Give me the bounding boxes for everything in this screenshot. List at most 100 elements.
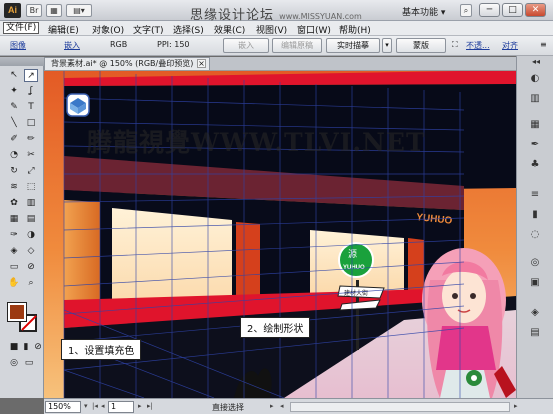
control-bar: 图像 嵌入 RGB PPI: 150 嵌入 编辑原稿 实时描摹 ▾ 蒙版 ⛶ 不…: [0, 36, 553, 56]
live-trace-button[interactable]: 实时描摹: [326, 38, 380, 53]
workspace-label: 基本功能: [402, 8, 439, 18]
type-tool-icon[interactable]: T: [24, 101, 38, 114]
draw-mode-icon[interactable]: ◎: [7, 357, 21, 370]
pen-tool-icon[interactable]: ✎: [7, 101, 21, 114]
artboard-number-field[interactable]: 1: [108, 401, 134, 413]
color-panel-icon[interactable]: ◐: [527, 72, 543, 86]
embed-button[interactable]: 嵌入: [223, 38, 269, 53]
tools-panel-grip[interactable]: [0, 57, 44, 66]
last-artboard-icon[interactable]: ▸|: [147, 402, 153, 410]
blend-tool-icon[interactable]: ◑: [24, 229, 38, 242]
canvas-top-edge: [44, 70, 516, 71]
menu-object[interactable]: 对象(O): [92, 23, 124, 36]
minimize-button[interactable]: ─: [479, 3, 500, 17]
menu-select[interactable]: 选择(S): [173, 23, 204, 36]
menu-edit[interactable]: 编辑(E): [48, 23, 79, 36]
close-button[interactable]: ✕: [525, 3, 546, 17]
lasso-tool-icon[interactable]: ʆ: [24, 85, 38, 98]
document-tab[interactable]: 背景素材.ai* @ 150% (RGB/叠印预览) ×: [44, 57, 210, 70]
zoom-dropdown-icon[interactable]: ▾: [84, 402, 88, 410]
align-link[interactable]: 对齐: [502, 40, 518, 51]
scroll-left-icon[interactable]: ◂: [280, 402, 284, 410]
opacity-link[interactable]: 不透...: [466, 40, 490, 51]
swatches-panel-icon[interactable]: ▦: [527, 118, 543, 132]
menu-help[interactable]: 帮助(H): [339, 23, 371, 36]
rectangle-tool-icon[interactable]: □: [24, 117, 38, 130]
warp-tool-icon[interactable]: ≋: [7, 181, 21, 194]
transparency-panel-icon[interactable]: ◌: [527, 228, 543, 242]
first-artboard-icon[interactable]: |◂: [92, 402, 98, 410]
workspace-switcher[interactable]: 基本功能 ▾: [402, 5, 445, 18]
appearance-panel-icon[interactable]: ◎: [527, 256, 543, 270]
transform-icon[interactable]: ⛶: [452, 40, 458, 50]
screen-mode-icon[interactable]: ▭: [22, 357, 36, 370]
none-mode-icon[interactable]: ⊘: [31, 341, 45, 354]
bridge-icon[interactable]: Br: [26, 4, 42, 17]
menu-type[interactable]: 文字(T): [133, 23, 164, 36]
symbols-panel-icon[interactable]: ♣: [527, 158, 543, 172]
collapse-dock-icon[interactable]: ◂◂: [525, 58, 547, 66]
eyedropper-tool-icon[interactable]: ✑: [7, 229, 21, 242]
embed-link[interactable]: 嵌入: [64, 40, 80, 51]
illustrator-window: Ai Br ▦ ▤▾ 思缘设计论坛 www.MISSYUAN.com 基本功能 …: [0, 0, 553, 414]
previous-artboard-icon[interactable]: ◂: [101, 402, 105, 410]
mask-button[interactable]: 蒙版: [396, 38, 446, 53]
next-artboard-icon[interactable]: ▸: [138, 402, 142, 410]
paintbrush-tool-icon[interactable]: ✐: [7, 133, 21, 146]
graphic-styles-icon[interactable]: ▣: [527, 276, 543, 290]
line-tool-icon[interactable]: ╲: [7, 117, 21, 130]
magic-wand-tool-icon[interactable]: ✦: [7, 85, 21, 98]
artboard-tool-icon[interactable]: ▭: [7, 261, 21, 274]
search-icon[interactable]: ⌕: [460, 4, 472, 17]
layout-dropdown-icon[interactable]: ▤▾: [66, 4, 92, 17]
zoom-tool-icon[interactable]: ⌕: [24, 277, 38, 290]
live-paint-tool-icon[interactable]: ◈: [7, 245, 21, 258]
mesh-tool-icon[interactable]: ▦: [7, 213, 21, 226]
eraser-tool-icon[interactable]: ✂: [24, 149, 38, 162]
slice-tool-icon[interactable]: ⊘: [24, 261, 38, 274]
scroll-right-icon[interactable]: ▸: [514, 402, 518, 410]
control-menu-icon[interactable]: ≡: [540, 40, 547, 49]
title-bar: Ai Br ▦ ▤▾ 思缘设计论坛 www.MISSYUAN.com 基本功能 …: [0, 0, 553, 23]
color-guide-icon[interactable]: ▥: [527, 92, 543, 106]
hand-tool-icon[interactable]: ✋: [7, 277, 21, 290]
selection-tool-icon[interactable]: ↖: [7, 69, 21, 82]
gradient-panel-icon[interactable]: ▮: [527, 208, 543, 222]
live-trace-dropdown-icon[interactable]: ▾: [382, 38, 392, 53]
scale-tool-icon[interactable]: ⤢: [24, 165, 38, 178]
fill-color-swatch[interactable]: [7, 302, 27, 322]
brushes-panel-icon[interactable]: ✒: [527, 138, 543, 152]
edit-original-button[interactable]: 编辑原稿: [272, 38, 322, 53]
menu-file[interactable]: 文件(F): [3, 22, 40, 34]
horizontal-scrollbar[interactable]: [290, 402, 510, 412]
direct-selection-tool-icon[interactable]: ↗: [24, 69, 38, 82]
tab-close-icon[interactable]: ×: [197, 59, 206, 68]
layers-panel-icon[interactable]: ◈: [527, 306, 543, 320]
menu-bar: 文件(F) 编辑(E) 对象(O) 文字(T) 选择(S) 效果(C) 视图(V…: [0, 21, 553, 36]
zoom-field[interactable]: 150%: [45, 401, 81, 413]
badge-top-text: 源: [348, 249, 357, 260]
perspective-grid-widget[interactable]: [66, 93, 90, 117]
rotate-tool-icon[interactable]: ↻: [7, 165, 21, 178]
column-graph-tool-icon[interactable]: ▥: [24, 197, 38, 210]
status-bar: 150% ▾ |◂ ◂ 1 ▸ ▸| 直接选择 ▸ ◂ ▸: [44, 398, 553, 414]
pencil-tool-icon[interactable]: ✏: [24, 133, 38, 146]
artboards-panel-icon[interactable]: ▤: [527, 326, 543, 340]
menu-view[interactable]: 视图(V): [256, 23, 287, 36]
color-mode-label: RGB: [110, 40, 128, 49]
gradient-tool-icon[interactable]: ▤: [24, 213, 38, 226]
menu-window[interactable]: 窗口(W): [297, 23, 331, 36]
free-transform-tool-icon[interactable]: ⬚: [24, 181, 38, 194]
status-menu-icon[interactable]: ▸: [270, 402, 274, 410]
symbol-sprayer-tool-icon[interactable]: ✿: [7, 197, 21, 210]
image-link[interactable]: 图像: [10, 40, 26, 51]
arrange-documents-icon[interactable]: ▦: [46, 4, 62, 17]
window-title-sub: www.MISSYUAN.com: [279, 12, 362, 21]
menu-effect[interactable]: 效果(C): [214, 23, 245, 36]
red-pillar: [236, 222, 260, 304]
status-text: 直接选择: [212, 403, 244, 412]
maximize-button[interactable]: □: [502, 3, 523, 17]
stroke-panel-icon[interactable]: ≡: [527, 188, 543, 202]
blob-brush-tool-icon[interactable]: ◔: [7, 149, 21, 162]
live-paint-selection-tool-icon[interactable]: ◇: [24, 245, 38, 258]
